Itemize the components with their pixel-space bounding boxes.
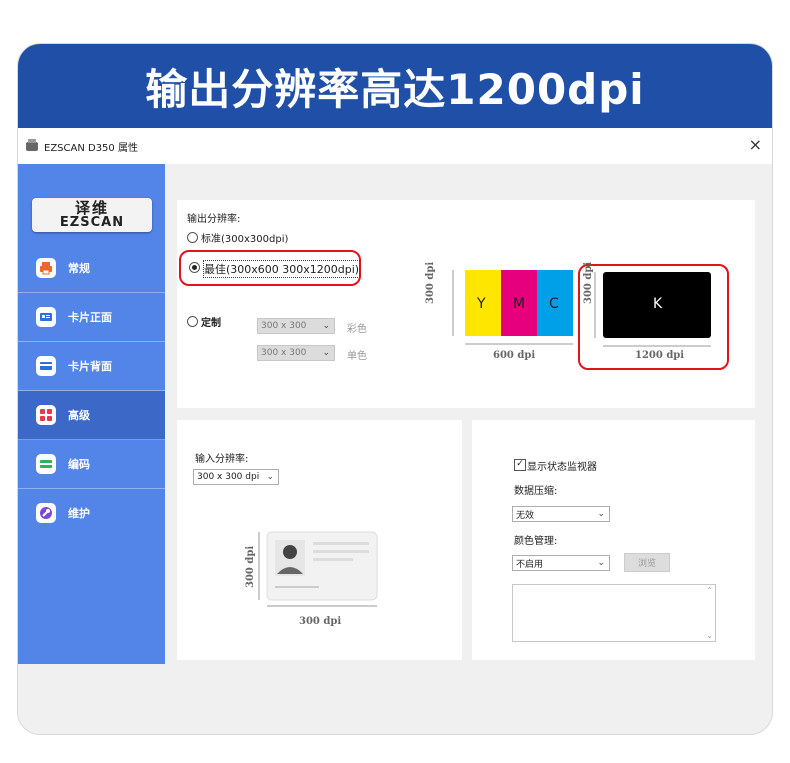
custom-mono-label: 单色 [347,351,367,362]
logo-cn: 译维 [74,199,109,217]
logo-en: EZSCAN [59,215,125,230]
sidebar-item-label: 维护 [68,507,90,520]
ymc-diagram [452,270,573,345]
radio-standard[interactable] [187,232,198,243]
ymc-y-label: Y [477,296,486,312]
color-management-value: 不启用 [516,559,544,570]
card-width-label: 300 dpi [299,616,342,627]
color-management-label: 颜色管理: [514,536,558,547]
close-icon[interactable]: × [749,135,762,154]
printer-icon [36,258,56,278]
properties-dialog: EZSCAN D350 属性 × 译维 EZSCAN 常规 卡片正面 卡片背面 … [18,128,772,734]
wrench-icon [36,503,56,523]
ymc-m-label: M [513,296,526,312]
sidebar-item-label: 编码 [68,458,90,471]
k-label: K [653,296,663,312]
promo-card: 输出分辨率高达1200dpi EZSCAN D350 属性 × 译维 EZSCA… [18,44,772,734]
barcode-icon [36,454,56,474]
scroll-down-icon[interactable]: ⌄ [706,631,713,640]
radio-best[interactable] [189,262,200,273]
input-resolution-select[interactable]: 300 x 300 dpi ⌄ [193,469,279,485]
browse-button[interactable]: 浏览 [624,553,670,572]
k-width-label: 1200 dpi [635,350,685,361]
chevron-down-icon: ⌄ [322,321,330,331]
color-profile-textarea[interactable]: ⌃ ⌄ [512,584,716,642]
card-front-icon [36,307,56,327]
status-monitor-checkbox[interactable]: ✓ [514,459,526,471]
sidebar-item-label: 常规 [68,262,90,275]
card-back-icon [36,356,56,376]
compression-value: 无效 [516,510,535,521]
output-resolution-panel: 输出分辨率: 标准(300x300dpi) 最佳(300x600 300x120… [177,200,755,408]
input-resolution-heading: 输入分辨率: [195,454,249,465]
custom-color-select[interactable]: 300 x 300 ⌄ [257,318,335,334]
card-height-label: 300 dpi [245,545,256,588]
compression-label: 数据压缩: [514,486,558,497]
id-card-illustration [258,531,378,607]
sidebar-item-general[interactable]: 常规 [18,244,165,293]
k-diagram [594,272,711,347]
custom-mono-value: 300 x 300 [261,348,307,358]
window-title: EZSCAN D350 属性 [44,142,138,154]
ymc-c-label: C [549,296,559,312]
color-management-select[interactable]: 不启用 ⌄ [512,555,610,571]
scroll-up-icon[interactable]: ⌃ [706,586,713,595]
options-panel: ✓ 显示状态监视器 数据压缩: 无效 ⌄ 颜色管理: 不启用 ⌄ 浏览 ⌃ ⌄ [472,420,755,660]
chevron-down-icon: ⌄ [597,509,605,519]
sidebar: 译维 EZSCAN 常规 卡片正面 卡片背面 高级 编码 维护 [18,164,165,664]
output-resolution-heading: 输出分辨率: [187,214,241,225]
chevron-down-icon: ⌄ [266,472,274,482]
radio-best-label[interactable]: 最佳(300x600 300x1200dpi) [203,260,361,278]
ezscan-logo: 译维 EZSCAN [32,198,152,232]
status-monitor-label[interactable]: 显示状态监视器 [527,458,597,473]
printer-app-icon [26,138,38,151]
chevron-down-icon: ⌄ [597,558,605,568]
ymc-height-label: 300 dpi [425,261,436,304]
sidebar-item-label: 卡片正面 [68,311,112,324]
sidebar-item-encoding[interactable]: 编码 [18,440,165,489]
custom-mono-select[interactable]: 300 x 300 ⌄ [257,345,335,361]
sidebar-item-label: 高级 [68,409,90,422]
sidebar-item-maintenance[interactable]: 维护 [18,489,165,537]
k-height-label: 300 dpi [583,261,594,304]
sidebar-item-label: 卡片背面 [68,360,112,373]
custom-color-label: 彩色 [347,324,367,335]
compression-select[interactable]: 无效 ⌄ [512,506,610,522]
input-resolution-value: 300 x 300 dpi [197,472,260,482]
chevron-down-icon: ⌄ [322,348,330,358]
custom-color-value: 300 x 300 [261,321,307,331]
radio-custom[interactable] [187,316,198,327]
radio-standard-label[interactable]: 标准(300x300dpi) [201,230,288,245]
input-resolution-panel: 输入分辨率: 300 x 300 dpi ⌄ 300 dpi 300 dpi [177,420,462,660]
ymc-width-label: 600 dpi [493,350,536,361]
sidebar-item-card-front[interactable]: 卡片正面 [18,293,165,342]
grid-icon [36,405,56,425]
banner-title: 输出分辨率高达1200dpi [18,44,772,128]
sidebar-item-advanced[interactable]: 高级 [18,391,165,440]
sidebar-item-card-back[interactable]: 卡片背面 [18,342,165,391]
radio-custom-label[interactable]: 定制 [201,314,221,329]
title-bar: EZSCAN D350 属性 × [18,128,772,164]
